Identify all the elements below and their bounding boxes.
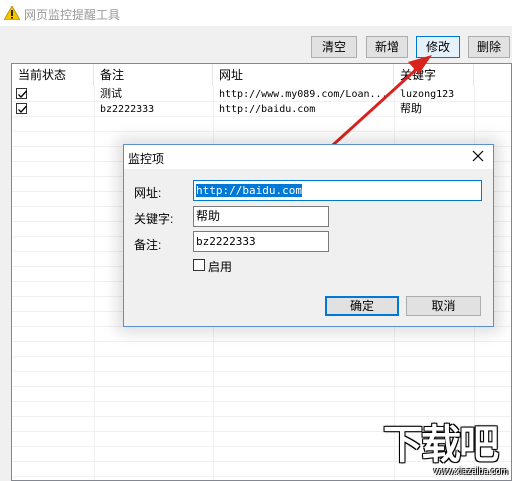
site-watermark-logo: 下载吧 www.xiazaiba.com: [372, 423, 508, 479]
cancel-button[interactable]: 取消: [406, 296, 481, 316]
keyword-field[interactable]: 帮助: [193, 206, 329, 227]
arrow-head-icon: [408, 55, 432, 74]
url-field[interactable]: http://baidu.com: [193, 180, 482, 201]
watermark-text: 下载吧: [383, 423, 499, 467]
watermark-url: www.xiazaiba.com: [433, 466, 508, 476]
dialog-title: 监控项: [128, 152, 165, 166]
url-field-value: http://baidu.com: [196, 184, 302, 197]
dialog-titlebar: 监控项: [124, 145, 493, 169]
monitor-item-dialog: 监控项 网址: http://baidu.com 关键字: 帮助 备注: bz2…: [123, 144, 494, 327]
close-icon[interactable]: [471, 149, 485, 163]
note-field[interactable]: bz2222333: [193, 231, 329, 252]
enable-label: 启用: [208, 260, 233, 274]
note-label: 备注:: [134, 238, 162, 252]
enable-checkbox[interactable]: [193, 259, 205, 271]
url-label: 网址:: [134, 186, 162, 200]
keyword-label: 关键字:: [134, 212, 174, 226]
ok-button[interactable]: 确定: [325, 296, 399, 316]
